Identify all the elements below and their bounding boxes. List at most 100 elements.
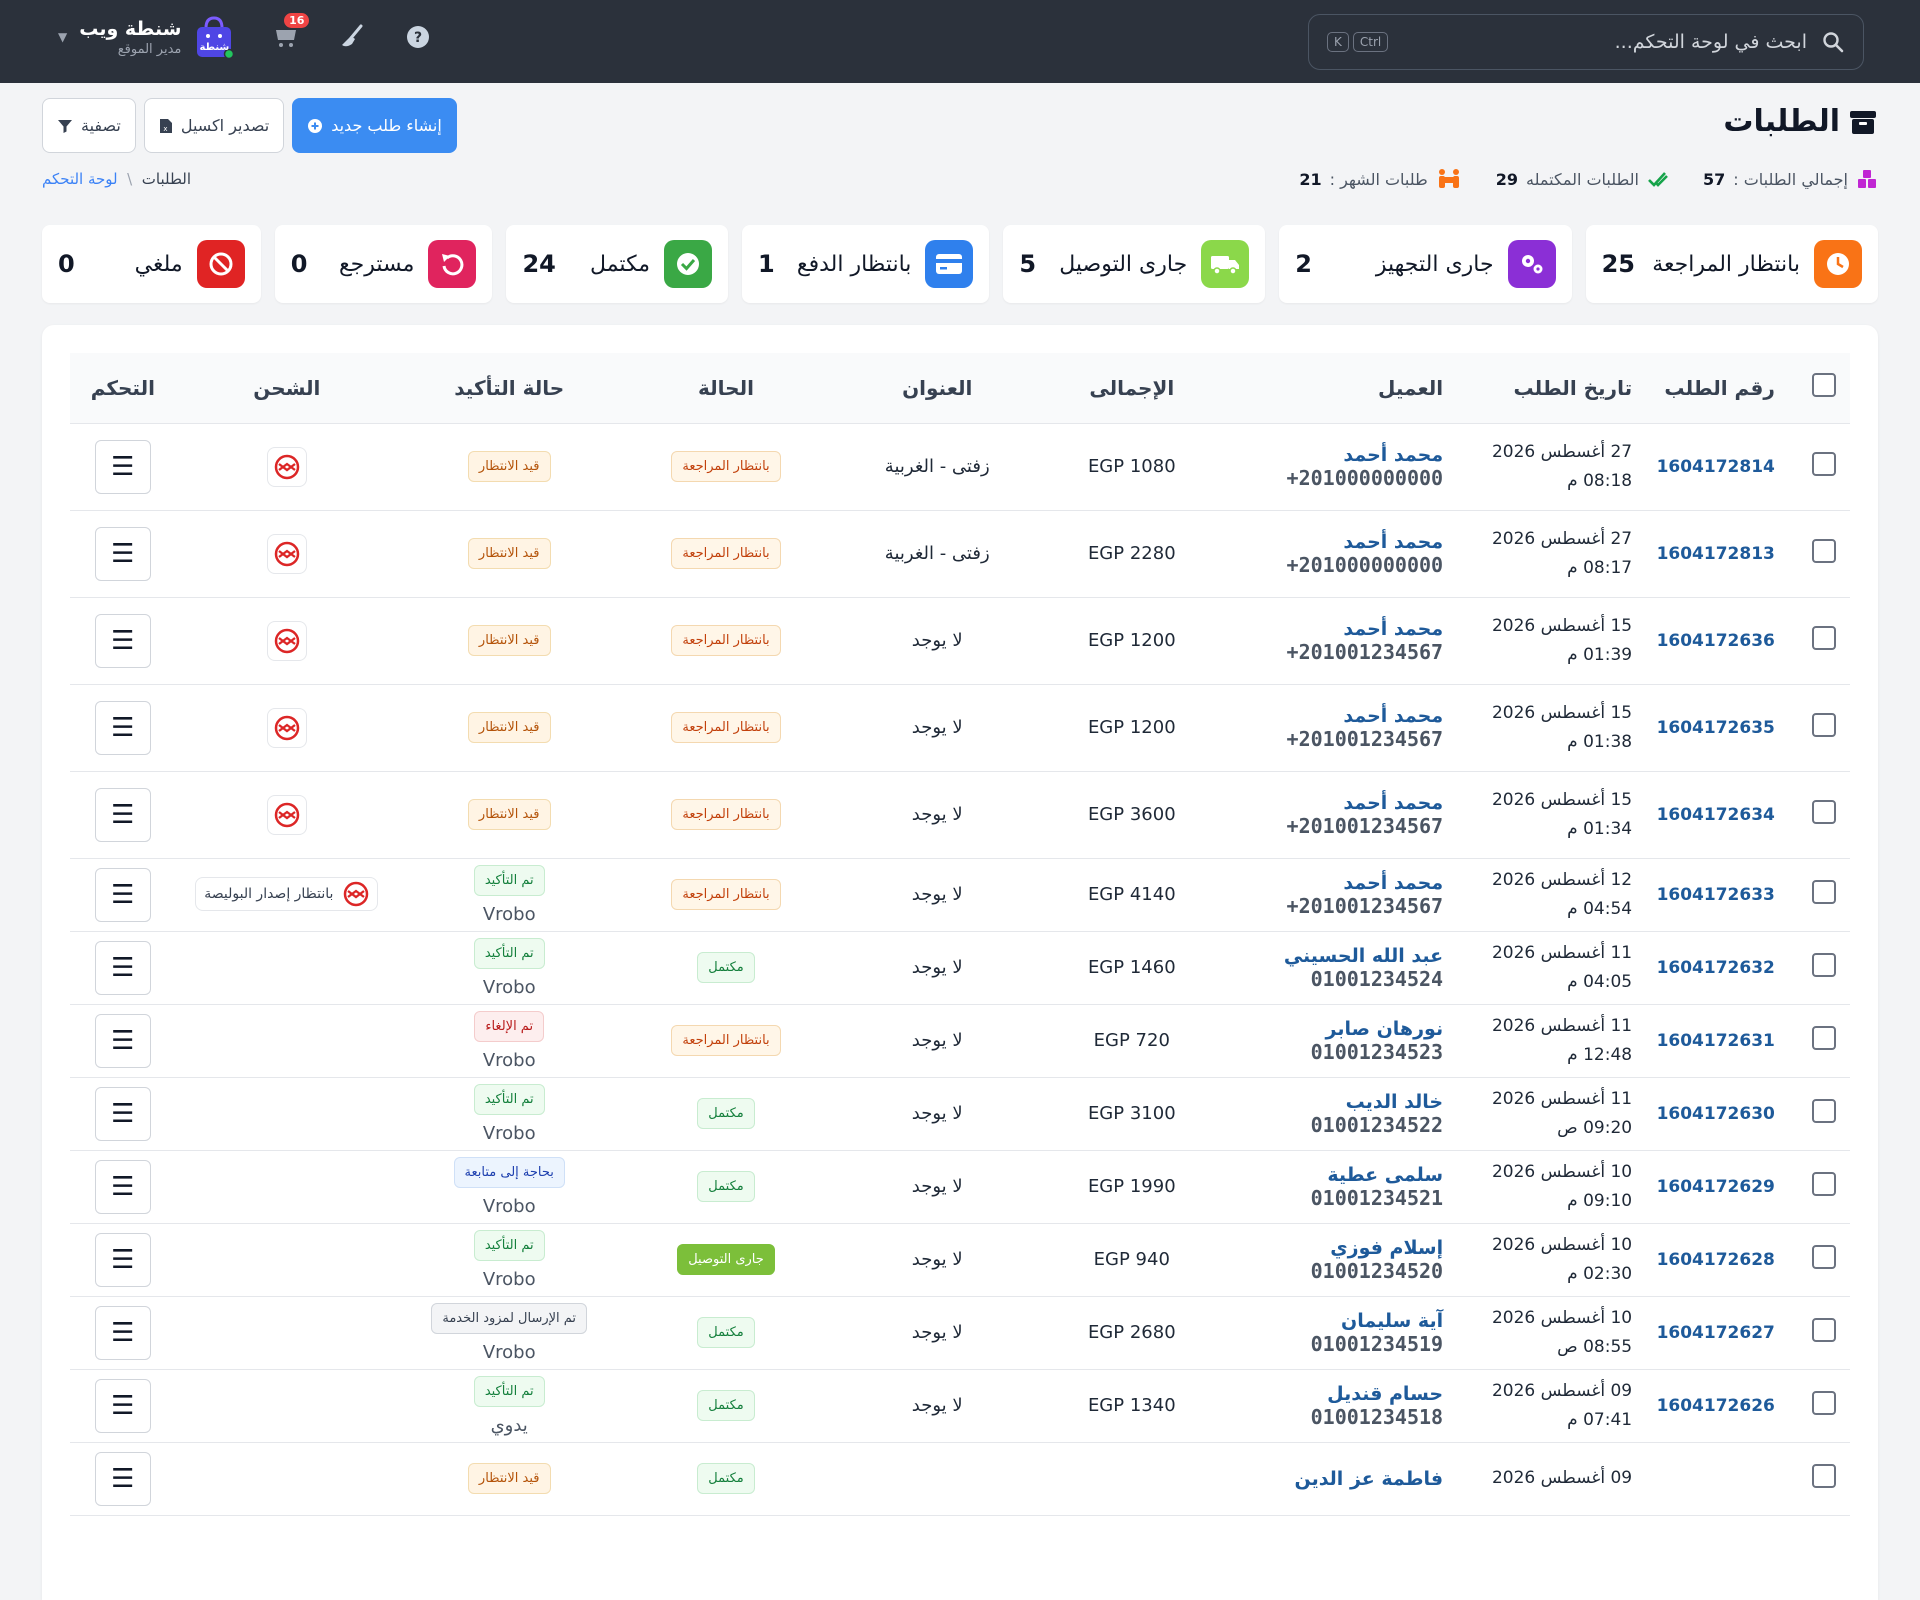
row-checkbox[interactable]	[1812, 1318, 1837, 1342]
order-id-link[interactable]: 1604172631	[1657, 1031, 1775, 1051]
status-card[interactable]: مسترجع 0	[274, 225, 493, 303]
row-actions-menu-button[interactable]: ☰	[94, 1013, 151, 1068]
row-actions-menu-button[interactable]: ☰	[94, 787, 151, 842]
col-total[interactable]: الإجمالى	[1042, 353, 1221, 424]
table-row[interactable]: 1604172814 27 أغسطس 2026 08:18 م محمد أحمد +…	[70, 423, 1850, 511]
col-order-id[interactable]: رقم الطلب	[1632, 353, 1799, 424]
row-select-cell[interactable]	[1798, 1004, 1850, 1078]
table-row[interactable]: 1604172627 10 أغسطس 2026 08:55 ص آية سليمان…	[70, 1296, 1850, 1370]
row-actions-menu-button[interactable]: ☰	[94, 1305, 151, 1360]
row-select-cell[interactable]	[1798, 1442, 1850, 1516]
row-checkbox[interactable]	[1812, 1099, 1837, 1123]
row-checkbox[interactable]	[1812, 953, 1837, 977]
customer-name-link[interactable]: سلمى عطية	[1221, 1164, 1443, 1186]
order-id-link[interactable]: 1604172636	[1657, 631, 1775, 651]
status-card[interactable]: مكتمل 24	[506, 225, 728, 303]
customer-name-link[interactable]: آية سليمان	[1221, 1310, 1443, 1332]
table-row[interactable]: 1604172630 11 أغسطس 2026 09:20 ص خالد الديب…	[70, 1077, 1850, 1151]
customer-name-link[interactable]: محمد أحمد	[1221, 872, 1443, 894]
row-checkbox[interactable]	[1812, 1026, 1837, 1050]
order-id-link[interactable]: 1604172632	[1657, 958, 1775, 978]
customer-name-link[interactable]: محمد أحمد	[1221, 705, 1443, 727]
row-checkbox[interactable]	[1812, 1245, 1837, 1269]
user-menu[interactable]: ▼ شنطة ويب مدير الموقع شنطة	[58, 14, 235, 60]
customer-name-link[interactable]: نورهان صابر	[1221, 1018, 1444, 1040]
row-select-cell[interactable]	[1798, 510, 1850, 598]
col-status[interactable]: الحالة	[620, 353, 832, 424]
row-checkbox[interactable]	[1812, 539, 1837, 563]
col-address[interactable]: العنوان	[831, 353, 1043, 424]
status-card[interactable]: بانتظار المراجعة 25	[1585, 225, 1878, 303]
row-select-cell[interactable]	[1798, 1150, 1850, 1224]
status-card[interactable]: ملغي 0	[42, 225, 261, 303]
export-excel-button[interactable]: x تصدير اكسيل	[143, 98, 285, 153]
row-actions-menu-button[interactable]: ☰	[94, 1232, 151, 1287]
order-id-link[interactable]: 1604172634	[1657, 805, 1775, 825]
col-customer[interactable]: العميل	[1220, 353, 1444, 424]
order-id-link[interactable]: 1604172813	[1657, 544, 1775, 564]
row-actions-menu-button[interactable]: ☰	[94, 867, 151, 922]
clear-cache-button[interactable]	[337, 22, 367, 52]
row-select-cell[interactable]	[1798, 1223, 1850, 1297]
row-select-cell[interactable]	[1798, 423, 1850, 511]
row-select-cell[interactable]	[1798, 597, 1850, 685]
customer-name-link[interactable]: عبد الله الحسيني	[1221, 945, 1443, 967]
shipping-button[interactable]	[266, 620, 307, 661]
row-actions-menu-button[interactable]: ☰	[94, 526, 151, 581]
col-order-date[interactable]: تاريخ الطلب	[1443, 353, 1633, 424]
breadcrumb-home-link[interactable]: لوحة التحكم	[42, 170, 118, 188]
table-row[interactable]: 09 أغسطس 2026 فاطمة عز الدين مكتمل قيد الان…	[70, 1442, 1850, 1516]
order-id-link[interactable]: 1604172635	[1657, 718, 1775, 738]
row-checkbox[interactable]	[1812, 1464, 1837, 1488]
row-actions-menu-button[interactable]: ☰	[94, 1159, 151, 1214]
customer-name-link[interactable]: محمد أحمد	[1221, 444, 1443, 466]
customer-name-link[interactable]: محمد أحمد	[1221, 618, 1443, 640]
row-actions-menu-button[interactable]: ☰	[94, 700, 151, 755]
table-row[interactable]: 1604172628 10 أغسطس 2026 02:30 م إسلام فوزي…	[70, 1223, 1850, 1297]
table-row[interactable]: 1604172813 27 أغسطس 2026 08:17 م محمد أحمد +…	[70, 510, 1850, 598]
shipping-button[interactable]	[266, 533, 307, 574]
table-row[interactable]: 1604172635 15 أغسطس 2026 01:38 م محمد أحمد +…	[70, 684, 1850, 772]
order-id-link[interactable]: 1604172628	[1657, 1250, 1775, 1270]
row-actions-menu-button[interactable]: ☰	[94, 1378, 151, 1433]
row-checkbox[interactable]	[1812, 880, 1837, 904]
row-checkbox[interactable]	[1812, 452, 1837, 476]
shipping-button[interactable]	[266, 707, 307, 748]
order-id-link[interactable]: 1604172814	[1657, 457, 1775, 477]
table-row[interactable]: 1604172629 10 أغسطس 2026 09:10 م سلمى عطية 0…	[70, 1150, 1850, 1224]
status-card[interactable]: بانتظار الدفع 1	[742, 225, 990, 303]
col-shipping[interactable]: الشحن	[175, 353, 399, 424]
select-all-cell[interactable]	[1798, 353, 1850, 424]
table-row[interactable]: 1604172633 12 أغسطس 2026 04:54 م محمد أحمد +…	[70, 858, 1850, 932]
customer-name-link[interactable]: حسام قنديل	[1221, 1383, 1443, 1405]
table-row[interactable]: 1604172634 15 أغسطس 2026 01:34 م محمد أحمد +…	[70, 771, 1850, 859]
row-select-cell[interactable]	[1798, 858, 1850, 932]
col-confirmation[interactable]: حالة التأكيد	[398, 353, 621, 424]
row-actions-menu-button[interactable]: ☰	[94, 439, 151, 494]
select-all-checkbox[interactable]	[1812, 373, 1837, 398]
order-id-link[interactable]: 1604172633	[1657, 885, 1775, 905]
customer-name-link[interactable]: إسلام فوزي	[1221, 1237, 1443, 1259]
search-box[interactable]: ابحث في لوحة التحكم... K Ctrl	[1308, 14, 1864, 70]
search-input[interactable]: ابحث في لوحة التحكم...	[1388, 31, 1807, 53]
row-checkbox[interactable]	[1812, 1172, 1837, 1196]
customer-name-link[interactable]: محمد أحمد	[1221, 531, 1443, 553]
shipping-button[interactable]	[266, 446, 307, 487]
row-checkbox[interactable]	[1812, 1391, 1837, 1415]
status-card[interactable]: جارى التوصيل 5	[1003, 225, 1266, 303]
shipping-status-button[interactable]: بانتظار إصدار البوليصة	[195, 877, 379, 911]
row-checkbox[interactable]	[1812, 626, 1837, 650]
row-actions-menu-button[interactable]: ☰	[94, 940, 151, 995]
customer-name-link[interactable]: خالد الديب	[1221, 1091, 1443, 1113]
row-select-cell[interactable]	[1798, 1077, 1850, 1151]
table-row[interactable]: 1604172636 15 أغسطس 2026 01:39 م محمد أحمد +…	[70, 597, 1850, 685]
row-select-cell[interactable]	[1798, 1296, 1850, 1370]
row-select-cell[interactable]	[1798, 1369, 1850, 1443]
create-order-button[interactable]: إنشاء طلب جديد	[292, 98, 457, 153]
row-checkbox[interactable]	[1812, 800, 1837, 824]
order-id-link[interactable]: 1604172626	[1657, 1396, 1775, 1416]
help-button[interactable]: ?	[403, 22, 433, 52]
filter-button[interactable]: تصفية	[42, 98, 136, 153]
order-id-link[interactable]: 1604172627	[1657, 1323, 1775, 1343]
row-checkbox[interactable]	[1812, 713, 1837, 737]
